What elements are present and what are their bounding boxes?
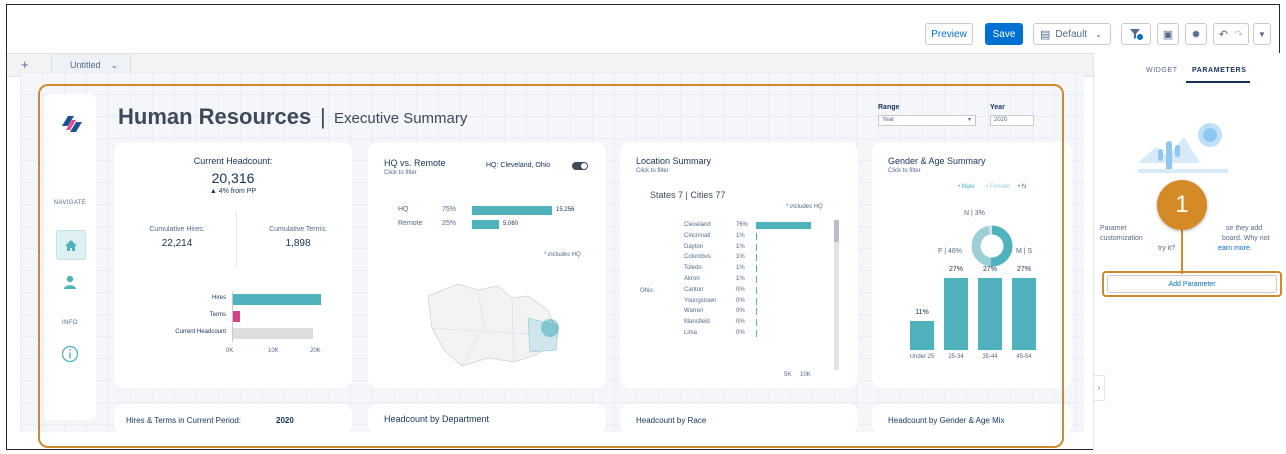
dashboard-highlight (38, 84, 1064, 448)
filter-button[interactable] (1121, 23, 1151, 45)
more-button[interactable]: ▼ (1253, 23, 1271, 45)
settings-button[interactable]: ✹ (1185, 23, 1207, 45)
chevron-down-icon: ⌄ (1095, 29, 1102, 39)
filter-icon (1130, 29, 1143, 40)
active-tab-indicator (1186, 81, 1250, 83)
add-parameter-button[interactable]: Add Parameter (1107, 275, 1277, 293)
layout-label: Default (1055, 28, 1088, 40)
collapse-panel-handle[interactable]: › (1094, 375, 1105, 401)
layout-dropdown[interactable]: ▤ Default ⌄ (1033, 23, 1111, 45)
preview-button[interactable]: Preview (925, 23, 973, 45)
chevron-down-icon[interactable]: ⌄ (111, 60, 119, 71)
top-toolbar: Preview Save ▤ Default ⌄ ▣ ✹ ↶ ↷ ▼ (7, 5, 1279, 53)
redo-icon[interactable]: ↷ (1234, 28, 1243, 41)
save-button[interactable]: Save (985, 23, 1023, 45)
properties-panel: WIDGET PARAMETERS Paramet se they add cu… (1093, 53, 1282, 451)
add-page-button[interactable]: + (21, 57, 29, 72)
caret-down-icon: ▼ (1258, 29, 1266, 39)
undo-icon[interactable]: ↶ (1219, 28, 1228, 41)
undo-redo-group[interactable]: ↶ ↷ (1213, 23, 1249, 45)
gear-icon: ✹ (1191, 28, 1201, 41)
widget-button[interactable]: ▣ (1157, 23, 1179, 45)
square-icon: ▣ (1162, 28, 1174, 41)
step-callout-badge: 1 (1157, 180, 1207, 230)
tab-label: Untitled (70, 60, 101, 70)
layout-icon: ▤ (1040, 28, 1051, 41)
empty-state-illustration (1138, 123, 1228, 173)
tab-parameters[interactable]: PARAMETERS (1192, 67, 1246, 74)
learn-more-link[interactable]: earn more. (1218, 245, 1252, 252)
tab-widget[interactable]: WIDGET (1146, 67, 1178, 74)
callout-connector (1181, 228, 1183, 274)
